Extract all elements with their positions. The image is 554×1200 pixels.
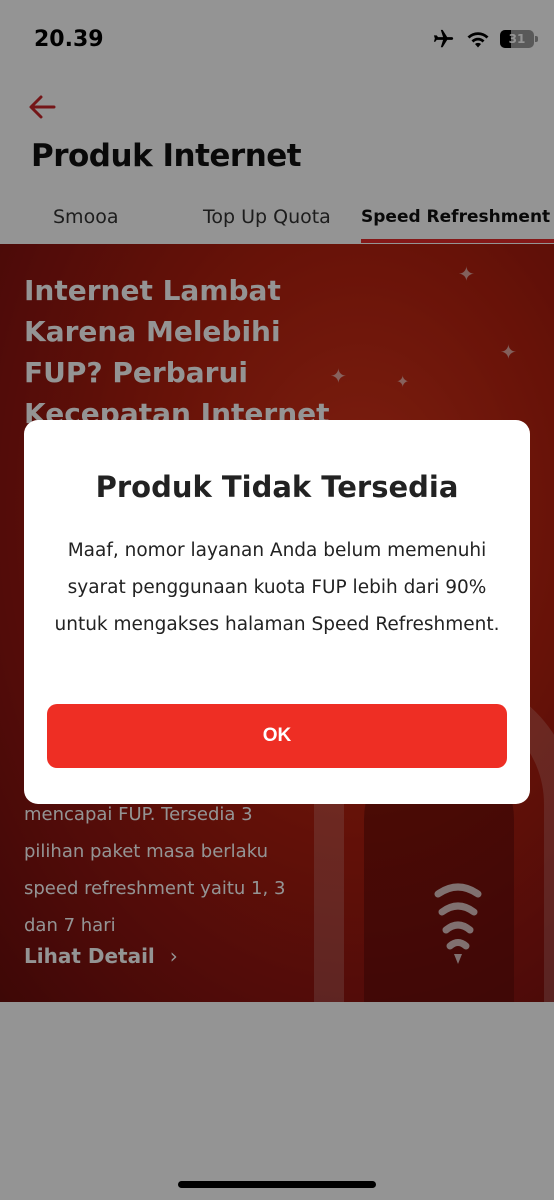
unavailable-dialog: Produk Tidak Tersedia Maaf, nomor layana… [24,420,530,804]
ok-button[interactable]: OK [47,704,507,768]
home-indicator[interactable] [178,1181,376,1188]
dialog-title: Produk Tidak Tersedia [95,470,459,504]
dialog-message: Maaf, nomor layanan Anda belum memenuhi … [54,540,500,635]
